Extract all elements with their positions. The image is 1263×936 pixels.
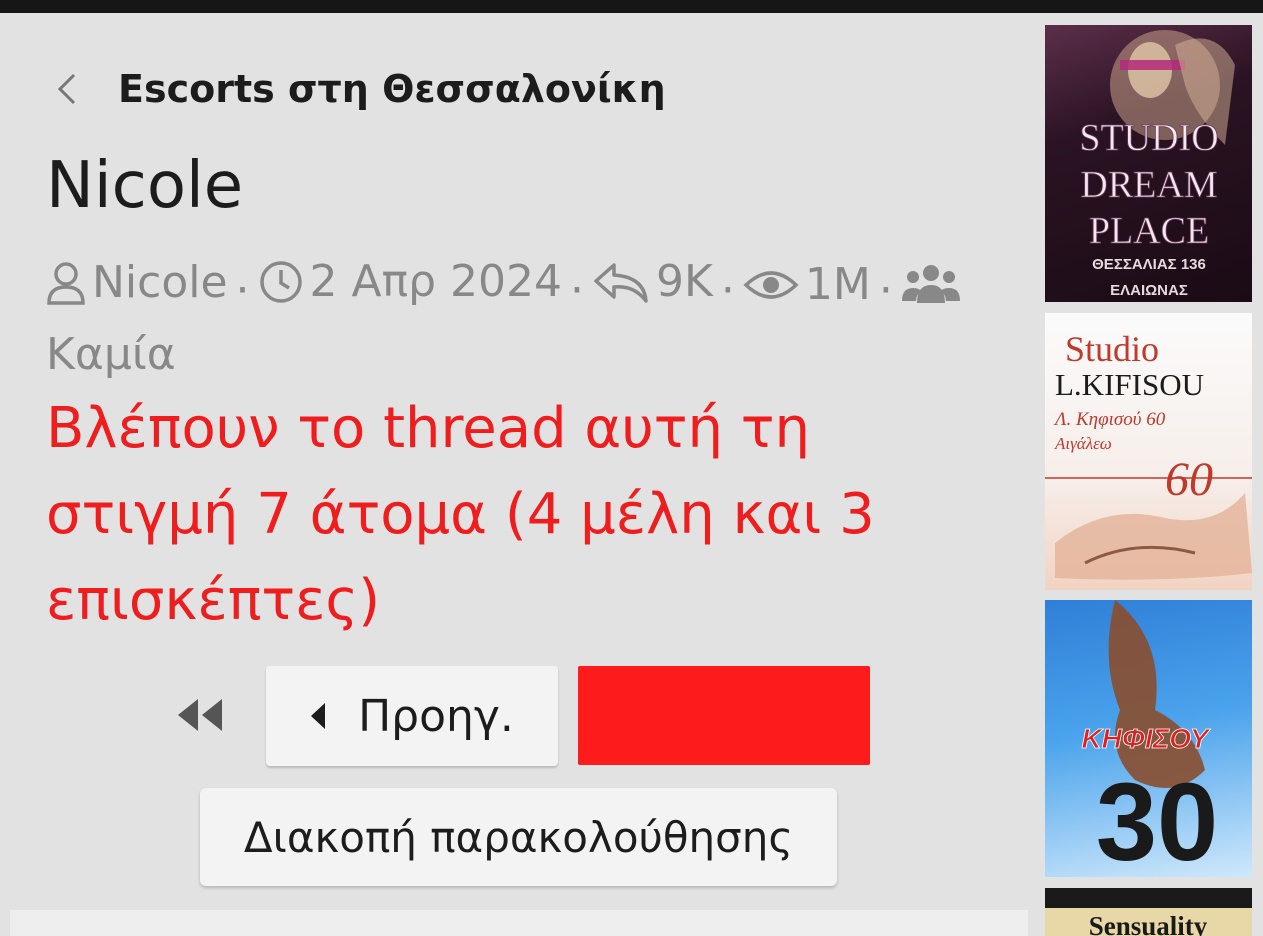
users-icon (901, 265, 960, 303)
double-caret-left-icon (178, 699, 222, 731)
thread-date: 2 Απρ 2024 (258, 250, 562, 314)
thread-meta: Nicole · 2 Απρ 2024 · 9K · 1M · Καμία (46, 250, 996, 387)
meta-separator: · (235, 265, 250, 316)
ad1-line1: STUDIO (1079, 117, 1218, 159)
ad1-line5: ΕΛΑΙΩΝΑΣ (1110, 282, 1188, 299)
ad2-line2: L.KIFISOU (1055, 367, 1204, 402)
participants-value: Καμία (46, 329, 176, 380)
meta-separator: · (720, 265, 735, 316)
clock-icon (259, 261, 302, 303)
ad1-line3: PLACE (1089, 210, 1209, 252)
prev-page-label: Προηγ. (358, 690, 514, 742)
ad1-line4: ΘΕΣΣΑΛΙΑΣ 136 (1092, 256, 1206, 273)
unwatch-button[interactable]: Διακοπή παρακολούθησης (200, 788, 837, 886)
post-panel-top (10, 910, 1028, 936)
eye-icon (743, 271, 799, 299)
ad-banner-sensuality[interactable]: Sensuality (1045, 888, 1252, 936)
ad3-line2: 30 (1096, 761, 1218, 877)
ad3-line1: ΚΗΦΙΣΟΥ (1081, 723, 1210, 754)
author-name[interactable]: Nicole (92, 251, 228, 315)
prev-page-button[interactable]: Προηγ. (266, 666, 558, 766)
ad-banner-studio-l-kifisou[interactable]: Studio L.KIFISOU Λ. Κηφισού 60 Αιγάλεω 6… (1045, 313, 1252, 590)
meta-separator: · (878, 265, 893, 316)
thread-views: 1M (743, 253, 871, 317)
user-icon (47, 262, 85, 305)
caret-left-icon (310, 702, 326, 730)
chevron-left-icon[interactable] (50, 65, 84, 113)
ad1-line2: DREAM (1080, 164, 1217, 206)
reply-icon (594, 263, 648, 303)
first-page-button[interactable] (170, 685, 230, 745)
meta-separator: · (570, 265, 585, 316)
views-count: 1M (804, 259, 871, 310)
thread-author[interactable]: Nicole (46, 251, 228, 315)
ad2-line3: Λ. Κηφισού 60 (1053, 409, 1166, 430)
replies-count: 9K (656, 256, 713, 307)
viewers-notice: Βλέπουν το thread αυτή τη στιγμή 7 άτομα… (46, 396, 875, 633)
ad-banner-kifisou-30[interactable]: ΚΗΦΙΣΟΥ 30 (1045, 600, 1252, 877)
red-banner-block (578, 666, 870, 765)
thread-replies: 9K (592, 250, 713, 314)
pagination: Προηγ. (0, 665, 1035, 766)
ad4-line1: Sensuality (1089, 911, 1208, 936)
ad2-line5: 60 (1165, 453, 1213, 506)
ad2-line4: Αιγάλεω (1054, 434, 1112, 453)
ad2-line1: Studio (1065, 329, 1159, 369)
ad-banner-studio-dream-place[interactable]: STUDIO DREAM PLACE ΘΕΣΣΑΛΙΑΣ 136 ΕΛΑΙΩΝΑ… (1045, 25, 1252, 302)
breadcrumb-forum-link[interactable]: Escorts στη Θεσσαλονίκη (118, 67, 666, 111)
top-bar (0, 0, 1263, 13)
date-value: 2 Απρ 2024 (309, 256, 563, 307)
breadcrumb[interactable]: Escorts στη Θεσσαλονίκη (50, 65, 666, 113)
thread-title: Nicole (46, 149, 244, 223)
thread-participants-icon-wrap (901, 261, 967, 305)
